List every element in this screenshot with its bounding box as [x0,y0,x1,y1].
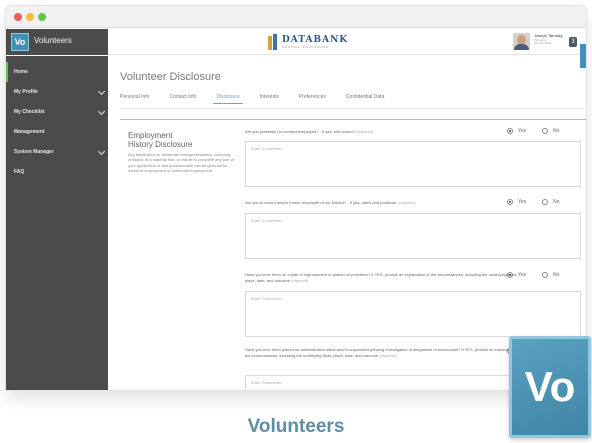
required-label: (required) [291,277,309,283]
question-3: Have you ever been on a plan of improvem… [245,272,525,284]
section-title-line2: History Disclosure [128,140,193,150]
required-label: (required) [355,129,374,134]
sidebar-item-system-manager[interactable]: System Manager [6,142,108,162]
question-4: Have you ever been placed on administrat… [245,347,525,359]
chevron-down-icon [97,87,106,96]
sidebar-item-my-profile[interactable]: My Profile [6,82,108,102]
question-text: Are you a current and/or former employee… [245,200,398,205]
window-titlebar [6,6,586,28]
question-text: Have you ever been on a plan of improvem… [245,272,518,283]
sidebar-item-label: Home [14,69,28,75]
sidebar-item-label: Management [14,129,45,135]
radio-yes-label: Yes [518,128,527,134]
question-2: Are you a current and/or former employee… [245,200,525,206]
radio-yes[interactable]: Yes [507,272,526,278]
tab-confidential-data[interactable]: Confidential Data [346,94,384,106]
radio-no[interactable]: No [542,128,560,134]
required-label: (required) [379,352,397,358]
tab-interests[interactable]: Interests [260,94,279,106]
comments-field[interactable]: Enter Comments [245,213,581,259]
sidebar-item-label: FAQ [14,169,25,175]
radio-no-label: No [553,199,560,205]
sidebar-item-label: My Checklist [14,109,45,115]
radio-no[interactable]: No [542,199,560,205]
sidebar-item-home[interactable]: Home [6,62,108,82]
app-brand[interactable]: Vo Volunteers [6,29,108,55]
tab-bar: Personal Info Contact Info Disclosure In… [120,94,404,106]
required-label: (required) [398,200,416,205]
databank-logo-mark [268,34,278,50]
tab-contact-info[interactable]: Contact Info [169,94,196,106]
sidebar-item-management[interactable]: Management [6,122,108,142]
question-3-options: Yes No [507,272,576,278]
radio-yes-label: Yes [518,199,527,205]
notification-badge[interactable]: 3 [569,37,577,47]
radio-yes[interactable]: Yes [507,199,526,205]
question-1-options: Yes No [507,128,576,134]
comments-placeholder: Enter Comments [251,296,282,301]
databank-logo-name: DATABANK [282,34,349,45]
app-window: Vo Volunteers DATABANK SCHOOL SOLUTIONS … [6,6,586,390]
question-1: Are you presently (or contract)employed?… [245,129,525,135]
comments-field[interactable]: Enter Comments [245,141,581,187]
marketing-caption: Volunteers [247,416,345,437]
question-text: Are you presently (or contract)employed?… [245,129,355,134]
chevron-down-icon [97,107,106,116]
databank-logo-subtitle: SCHOOL SOLUTIONS [282,44,329,49]
radio-no[interactable]: No [542,272,560,278]
section-title: Employment History Disclosure [128,131,238,149]
volunteers-app-icon: Vo [509,336,591,438]
close-window-button[interactable] [14,13,22,21]
sidebar: Home My Profile My Checklist Management … [6,56,108,390]
scrollbar-handle[interactable] [580,44,586,68]
app-logo: Vo [11,33,29,51]
comments-placeholder: Enter Comments [251,380,282,385]
sidebar-item-label: My Profile [14,89,38,95]
user-info[interactable]: Joseph Tarnisky Principal Apr 08, 2018 [534,33,563,46]
comments-field[interactable]: Enter Comments [245,291,581,337]
radio-checked-icon [507,272,513,278]
tab-preferences[interactable]: Preferences [299,94,326,106]
user-date: Apr 08, 2018 [534,41,552,46]
radio-yes-label: Yes [518,272,527,278]
sidebar-item-my-checklist[interactable]: My Checklist [6,102,108,122]
databank-logo: DATABANK SCHOOL SOLUTIONS [268,33,348,51]
question-2-options: Yes No [507,199,576,205]
minimize-window-button[interactable] [26,13,34,21]
comments-placeholder: Enter Comments [251,218,282,223]
chevron-down-icon [97,147,106,156]
radio-yes[interactable]: Yes [507,128,526,134]
radio-no-label: No [553,128,560,134]
app-name: Volunteers [34,36,72,45]
radio-checked-icon [507,199,513,205]
radio-unchecked-icon [542,199,549,205]
section-divider [120,119,586,120]
tab-disclosure[interactable]: Disclosure [213,94,244,106]
tab-personal-info[interactable]: Personal Info [120,94,149,106]
comments-placeholder: Enter Comments [251,146,282,151]
tab-divider [120,108,586,109]
maximize-window-button[interactable] [38,13,46,21]
page-title: Volunteer Disclosure [120,71,221,83]
section-description: Any falsification or deliberate misrepre… [128,152,235,174]
radio-no-label: No [553,272,560,278]
radio-unchecked-icon [542,272,549,278]
user-avatar[interactable] [513,33,530,50]
radio-unchecked-icon [542,128,549,134]
radio-checked-icon [507,128,513,134]
sidebar-item-label: System Manager [14,149,54,155]
section-title-line1: Employment [128,131,173,140]
sidebar-item-faq[interactable]: FAQ [6,162,108,182]
app-header: Vo Volunteers DATABANK SCHOOL SOLUTIONS … [6,29,586,55]
